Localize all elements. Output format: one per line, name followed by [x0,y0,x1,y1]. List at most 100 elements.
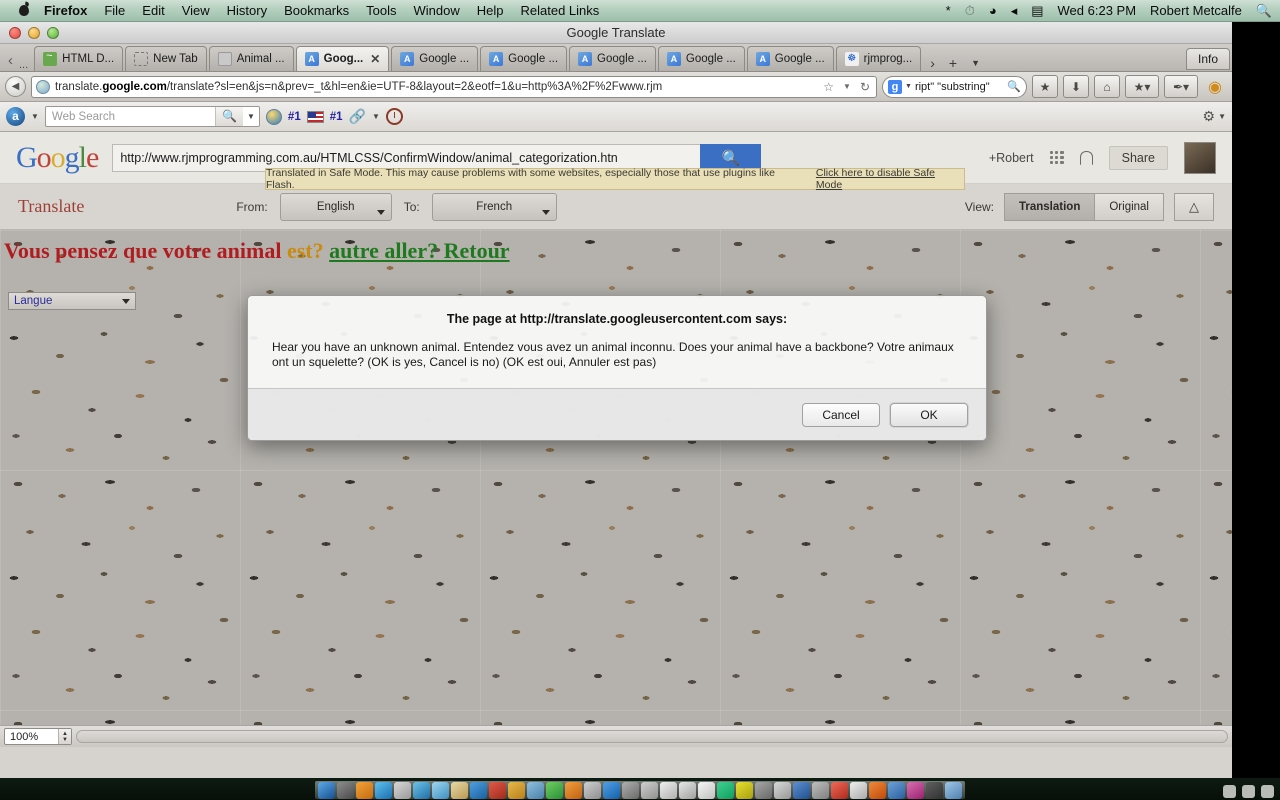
tab-google-2[interactable]: A Google ... [480,46,568,71]
tab-new-tab[interactable]: New Tab [125,46,207,71]
dock-icon-app29[interactable] [945,782,962,799]
spotlight-search-icon[interactable]: 🔍 [1256,3,1272,19]
search-input[interactable]: ript" "substring" [915,81,1004,93]
menu-item-bookmarks[interactable]: Bookmarks [284,3,349,18]
chevron-down-icon[interactable]: ▼ [62,737,68,743]
ok-button[interactable]: OK [890,402,968,427]
tab-overflow-label[interactable]: ... [19,59,34,71]
to-language-select[interactable]: French [431,192,557,221]
heading-part-2[interactable]: est? [287,238,324,263]
dock-icon-app2[interactable] [394,782,411,799]
dock-icon-app5[interactable] [470,782,487,799]
apple-menu-icon[interactable] [18,2,30,20]
dock-icon-chrome[interactable] [546,782,563,799]
dock-icon-app22[interactable] [812,782,829,799]
dock-icon-app20[interactable] [774,782,791,799]
dock-icon-app7[interactable] [508,782,525,799]
menu-clock[interactable]: Wed 6:23 PM [1058,3,1137,18]
dock-icon-app21[interactable] [793,782,810,799]
dock-icon-downloads[interactable] [1242,785,1255,798]
disable-safe-mode-link[interactable]: Click here to disable Safe Mode [816,167,964,191]
dock-icon-app14[interactable] [660,782,677,799]
share-button[interactable]: Share [1108,145,1168,170]
web-search-input[interactable]: Web Search [46,111,215,123]
reload-icon[interactable]: ↻ [858,80,872,94]
menu-item-view[interactable]: View [182,3,210,18]
chevron-down-icon[interactable]: ▼ [1218,112,1226,121]
dock-icon-app16[interactable] [698,782,715,799]
menu-user-name[interactable]: Robert Metcalfe [1150,3,1242,18]
wifi-icon[interactable]: ◕ [989,3,997,18]
chain-link-icon[interactable]: 🔗 [349,108,366,125]
view-original-button[interactable]: Original [1094,192,1164,221]
dock-icon-app8[interactable] [527,782,544,799]
chevron-down-icon[interactable]: ▼ [372,112,380,121]
magnifier-icon[interactable]: 🔍 [214,107,243,126]
google-plus-name[interactable]: +Robert [989,151,1034,165]
menu-item-firefox[interactable]: Firefox [44,3,87,18]
zoom-stepper-arrows[interactable]: ▲ ▼ [58,729,71,744]
dock-icon-documents[interactable] [1261,785,1274,798]
scroll-tabs-left-icon[interactable]: ‹ [2,52,19,71]
new-tab-plus-icon[interactable]: + [942,55,964,71]
close-icon[interactable]: ✕ [370,52,380,66]
reading-list-icon[interactable]: ★ [1032,75,1058,98]
menu-item-tools[interactable]: Tools [366,3,396,18]
apps-grid-icon[interactable] [1049,150,1064,165]
web-search-field[interactable]: Web Search 🔍 ▼ [44,106,260,127]
downloads-icon[interactable]: ⬇ [1063,75,1089,98]
alexa-logo-icon[interactable]: a [6,107,25,126]
tab-rjmprogramming[interactable]: ☸ rjmprog... [835,46,922,71]
dock-icon-app10[interactable] [584,782,601,799]
tab-google-4[interactable]: A Google ... [657,46,745,71]
addon-icon[interactable]: ✒▾ [1164,75,1198,98]
chevron-down-icon[interactable]: ▼ [905,83,912,90]
dock-icon-app24[interactable] [850,782,867,799]
list-all-tabs-icon[interactable]: › [923,55,942,71]
info-button[interactable]: Info [1185,48,1230,70]
dock-icon-safari[interactable] [375,782,392,799]
dock-icon-app27[interactable] [907,782,924,799]
dock-icon-app25[interactable] [869,782,886,799]
dock-icon-app3[interactable] [413,782,430,799]
chevron-down-icon[interactable]: ▼ [841,82,853,91]
google-search-engine-icon[interactable]: g [888,79,902,94]
menu-item-history[interactable]: History [227,3,267,18]
dock-icon-app15[interactable] [679,782,696,799]
dock-icon-app12[interactable] [622,782,639,799]
play-icon[interactable]: ◉ [1203,75,1227,98]
dock-icon-app9[interactable] [565,782,582,799]
view-translation-button[interactable]: Translation [1004,192,1095,221]
menu-item-related-links[interactable]: Related Links [521,3,600,18]
menu-item-file[interactable]: File [104,3,125,18]
back-arrow-icon[interactable]: ◀ [5,76,26,97]
home-icon[interactable]: ⌂ [1094,75,1120,98]
gear-icon[interactable]: ⚙ ▼ [1203,108,1226,125]
from-language-select[interactable]: English [279,192,392,221]
dock-icon-finder[interactable] [318,782,335,799]
tab-google-3[interactable]: A Google ... [569,46,656,71]
dock-icon-trash[interactable] [1223,785,1236,798]
collapse-bar-button[interactable]: △ [1174,192,1214,221]
dock-icon-settings[interactable] [337,782,354,799]
dock-icon-app6[interactable] [489,782,506,799]
chevron-down-icon[interactable]: ▼ [31,112,39,121]
dock-icon-app13[interactable] [641,782,658,799]
dock-icon-app28[interactable] [926,782,943,799]
chevron-down-icon[interactable]: ▼ [243,112,259,121]
notifications-bell-icon[interactable] [1079,150,1093,165]
wayback-clock-icon[interactable] [385,108,403,125]
volume-icon[interactable]: ◂ [1011,3,1018,19]
dock-icon-app17[interactable] [717,782,734,799]
zoom-stepper[interactable]: 100% ▲ ▼ [4,728,72,745]
dock-icon-strip[interactable] [315,781,965,799]
tab-animal[interactable]: Animal ... [208,46,294,71]
language-select[interactable]: Langue [8,292,136,310]
dock-icon-app18[interactable] [736,782,753,799]
dock-icon-app23[interactable] [831,782,848,799]
avatar[interactable] [1184,141,1216,174]
magnifier-icon[interactable]: 🔍 [1007,80,1021,93]
heading-part-3[interactable]: autre aller? Retour [329,238,509,263]
tab-google-5[interactable]: A Google ... [746,46,834,71]
url-bar[interactable]: translate.google.com/translate?sl=en&js=… [31,75,877,98]
